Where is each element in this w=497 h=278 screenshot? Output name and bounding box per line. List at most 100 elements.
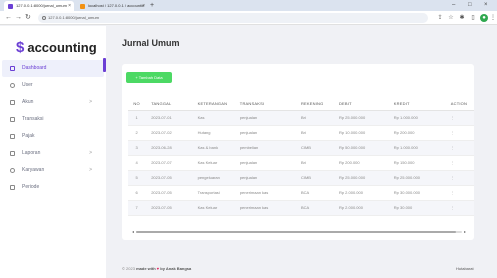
chevron-right-icon: >	[89, 99, 92, 105]
cell-tanggal: 2023-07-05	[151, 185, 198, 201]
cell-tanggal: 2023-07-07	[151, 155, 198, 171]
close-tab-icon[interactable]: ×	[142, 1, 145, 11]
journal-card: + Tambah Data NO TANGGAL KETERANGAN TRAN…	[122, 64, 474, 240]
cell-transaksi: penjualan	[239, 110, 301, 126]
reload-icon[interactable]: ↻	[25, 13, 31, 23]
journal-table: NO TANGGAL KETERANGAN TRANSAKSI REKENING…	[128, 98, 474, 216]
cell-rekening: Bri	[300, 110, 339, 126]
maximize-button[interactable]: □	[468, 0, 472, 11]
row-action-kebab-icon[interactable]: ⋮	[450, 125, 474, 141]
dollar-icon: $	[16, 39, 25, 56]
tab-phpmyadmin[interactable]: localhost / 127.0.0.1 / accountin ×	[76, 1, 148, 11]
cell-kredit: Rp 1.000.000	[393, 140, 451, 156]
close-window-button[interactable]: ×	[484, 0, 488, 11]
footer-credit: © 2023 made with ♥ by Anak Bangsa	[122, 266, 191, 271]
sidebar-item-periode[interactable]: Periode	[2, 179, 104, 196]
cell-debit: Rp 25.000.000	[338, 110, 394, 126]
sidebar-item-label: Akun	[22, 99, 34, 105]
sidebar-item-user[interactable]: User	[2, 77, 104, 94]
cell-no: 1	[128, 110, 152, 126]
report-icon	[10, 151, 15, 156]
row-action-kebab-icon[interactable]: ⋮	[450, 185, 474, 201]
cell-tanggal: 2023-07-05	[151, 170, 198, 186]
sidebar: $ accounting Dashboard User Akun > Transak…	[0, 26, 106, 278]
cell-kredit: Rp 25.000.000	[393, 170, 451, 186]
sidebar-item-laporan[interactable]: Laporan >	[2, 145, 104, 162]
bookmark-star-icon[interactable]: ☆	[447, 14, 455, 22]
cell-rekening: CIMB	[300, 170, 339, 186]
brand-logo[interactable]: $ accounting	[16, 39, 97, 56]
share-icon[interactable]: ⇪	[436, 14, 444, 22]
cell-keterangan: Kas & bank	[197, 140, 240, 156]
row-action-kebab-icon[interactable]: ⋮	[450, 110, 474, 126]
table-row: 2 2023-07-02 Hutang penjualan Bri Rp 10.000.0…	[128, 125, 474, 141]
cell-debit: Rp 2.000.000	[338, 200, 394, 216]
scroll-thumb[interactable]	[136, 231, 456, 233]
site-info-icon[interactable]	[42, 16, 46, 20]
folder-icon	[10, 100, 15, 105]
cell-kredit: Rp 1.000.000	[393, 110, 451, 126]
cell-tanggal: 2023-07-01	[151, 110, 198, 126]
grid-icon	[10, 66, 15, 71]
sidepanel-icon[interactable]: ▯	[469, 14, 477, 22]
cell-rekening: Bri	[300, 125, 339, 141]
chevron-right-icon: >	[89, 167, 92, 173]
profile-avatar-icon[interactable]: ●	[480, 14, 488, 22]
forward-icon[interactable]: →	[15, 13, 22, 23]
sidebar-item-transaksi[interactable]: Transaksi	[2, 111, 104, 128]
document-icon	[10, 134, 15, 139]
menu-kebab-icon[interactable]: ⋮	[489, 14, 497, 22]
close-tab-icon[interactable]: ×	[68, 1, 71, 11]
table-row: 6 2023-07-05 Transportasi penerimaan kas BCA…	[128, 185, 474, 201]
cell-keterangan: Kas Keluar	[197, 155, 240, 171]
add-data-button[interactable]: + Tambah Data	[126, 72, 172, 83]
cell-kredit: Rp 150.000	[393, 155, 451, 171]
cell-transaksi: penjualan	[239, 125, 301, 141]
receipt-icon	[10, 117, 15, 122]
footer-right-text: Hutabarat	[456, 266, 474, 271]
scroll-right-icon[interactable]: ▸	[464, 229, 466, 234]
cell-keterangan: Kas	[197, 110, 240, 126]
cell-transaksi: pembelian	[239, 140, 301, 156]
table-row: 5 2023-07-05 pengeluaran penjualan CIMB Rp 25…	[128, 170, 474, 186]
favicon-icon	[80, 4, 85, 9]
cell-keterangan: Hutang	[197, 125, 240, 141]
heart-icon: ♥	[156, 266, 160, 271]
sidebar-item-label: Dashboard	[22, 65, 47, 71]
sidebar-item-akun[interactable]: Akun >	[2, 94, 104, 111]
back-icon[interactable]: ←	[5, 13, 12, 23]
sidebar-item-dashboard[interactable]: Dashboard	[2, 60, 104, 77]
cell-kredit: Rp 30.000	[393, 200, 451, 216]
sidebar-item-karyawan[interactable]: Karyawan >	[2, 162, 104, 179]
chevron-right-icon: >	[89, 150, 92, 156]
minimize-button[interactable]: –	[452, 0, 455, 11]
cell-rekening: Bri	[300, 155, 339, 171]
row-action-kebab-icon[interactable]: ⋮	[450, 140, 474, 156]
horizontal-scrollbar[interactable]: ◂ ▸	[132, 229, 468, 234]
col-debit: DEBIT	[338, 98, 394, 111]
url-input[interactable]: 127.0.0.1:8000/jurnal_umum	[38, 13, 428, 23]
col-keterangan: KETERANGAN	[197, 98, 240, 111]
sidebar-item-label: Pajak	[22, 133, 35, 139]
row-action-kebab-icon[interactable]: ⋮	[450, 155, 474, 171]
tab-jurnal-umum[interactable]: 127.0.0.1:8000/jurnal_umum ×	[4, 1, 74, 11]
brand-name: accounting	[27, 40, 97, 55]
cell-debit: Rp 10.000.000	[338, 125, 394, 141]
extensions-icon[interactable]: ✱	[458, 14, 466, 22]
cell-debit: Rp 2.000.000	[338, 185, 394, 201]
row-action-kebab-icon[interactable]: ⋮	[450, 170, 474, 186]
table-header-row: NO TANGGAL KETERANGAN TRANSAKSI REKENING…	[128, 98, 474, 111]
col-rekening: REKENING	[300, 98, 339, 111]
sidebar-item-pajak[interactable]: Pajak	[2, 128, 104, 145]
cell-keterangan: Transportasi	[197, 185, 240, 201]
cell-tanggal: 2023-06-28	[151, 140, 198, 156]
footer-author: by Anak Bangsa	[160, 266, 192, 271]
browser-window: 127.0.0.1:8000/jurnal_umum × localhost /…	[0, 0, 497, 278]
new-tab-button[interactable]: +	[150, 1, 154, 11]
user-icon	[10, 83, 15, 88]
col-transaksi: TRANSAKSI	[239, 98, 301, 111]
people-icon	[10, 168, 15, 173]
row-action-kebab-icon[interactable]: ⋮	[450, 200, 474, 216]
sidebar-item-label: Karyawan	[22, 167, 45, 173]
scroll-left-icon[interactable]: ◂	[132, 229, 134, 234]
